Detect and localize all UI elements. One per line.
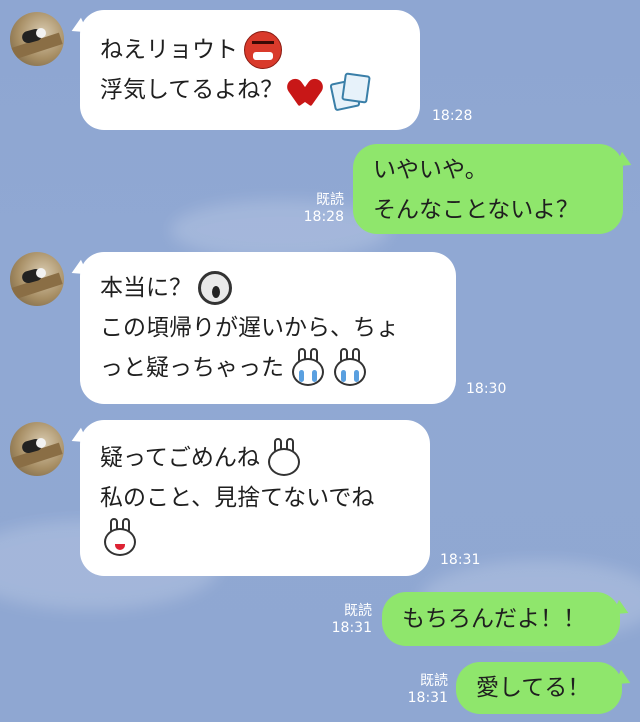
message-text-line: 浮気してるよね？ [100,77,284,103]
message-text-line: この頃帰りが遅いから、ちょ [100,315,399,341]
message-time: 18:31 [331,620,372,636]
message-bubble-incoming[interactable]: 本当に？ この頃帰りが遅いから、ちょ っと疑っちゃった [80,252,456,404]
message-text-line: いやいや。 [373,157,488,183]
message-text-line: 本当に？ [100,275,192,301]
scream-face-icon [198,271,232,305]
message-text-line: そんなことないよ？ [373,197,579,223]
message-bubble-outgoing[interactable]: 愛してる！ [456,662,622,714]
message-bubble-incoming[interactable]: ねえリョウト 浮気してるよね？ [80,10,420,130]
crying-bunny-icon [332,348,368,388]
contact-avatar[interactable] [10,12,64,66]
angry-face-icon [244,31,282,69]
read-receipt: 既読 [420,673,448,689]
happy-bunny-icon [102,518,138,558]
broken-heart-icon [284,74,327,107]
contact-avatar[interactable] [10,252,64,306]
message-text-line: 疑ってごめんね [100,445,260,471]
read-receipt: 既読 [344,603,372,619]
contact-avatar[interactable] [10,422,64,476]
message-time: 18:28 [303,209,344,225]
read-receipt: 既読 [316,192,344,208]
message-text-line: 私のこと、見捨てないでね [100,485,375,511]
message-text-line: っと疑っちゃった [100,355,284,381]
message-text-line: 愛してる！ [476,675,591,701]
crying-bunny-icon [290,348,326,388]
message-time: 18:31 [440,552,481,568]
message-time: 18:28 [432,108,473,124]
message-time: 18:30 [466,381,507,397]
message-text-line: もちろんだよ！！ [402,606,586,632]
photos-icon [329,72,372,112]
sad-bunny-icon [266,438,302,478]
message-time: 18:31 [407,690,448,706]
message-bubble-outgoing[interactable]: もちろんだよ！！ [382,592,620,646]
message-text-line: ねえリョウト [100,37,238,63]
message-bubble-outgoing[interactable]: いやいや。 そんなことないよ？ [353,144,623,234]
message-bubble-incoming[interactable]: 疑ってごめんね 私のこと、見捨てないでね [80,420,430,576]
